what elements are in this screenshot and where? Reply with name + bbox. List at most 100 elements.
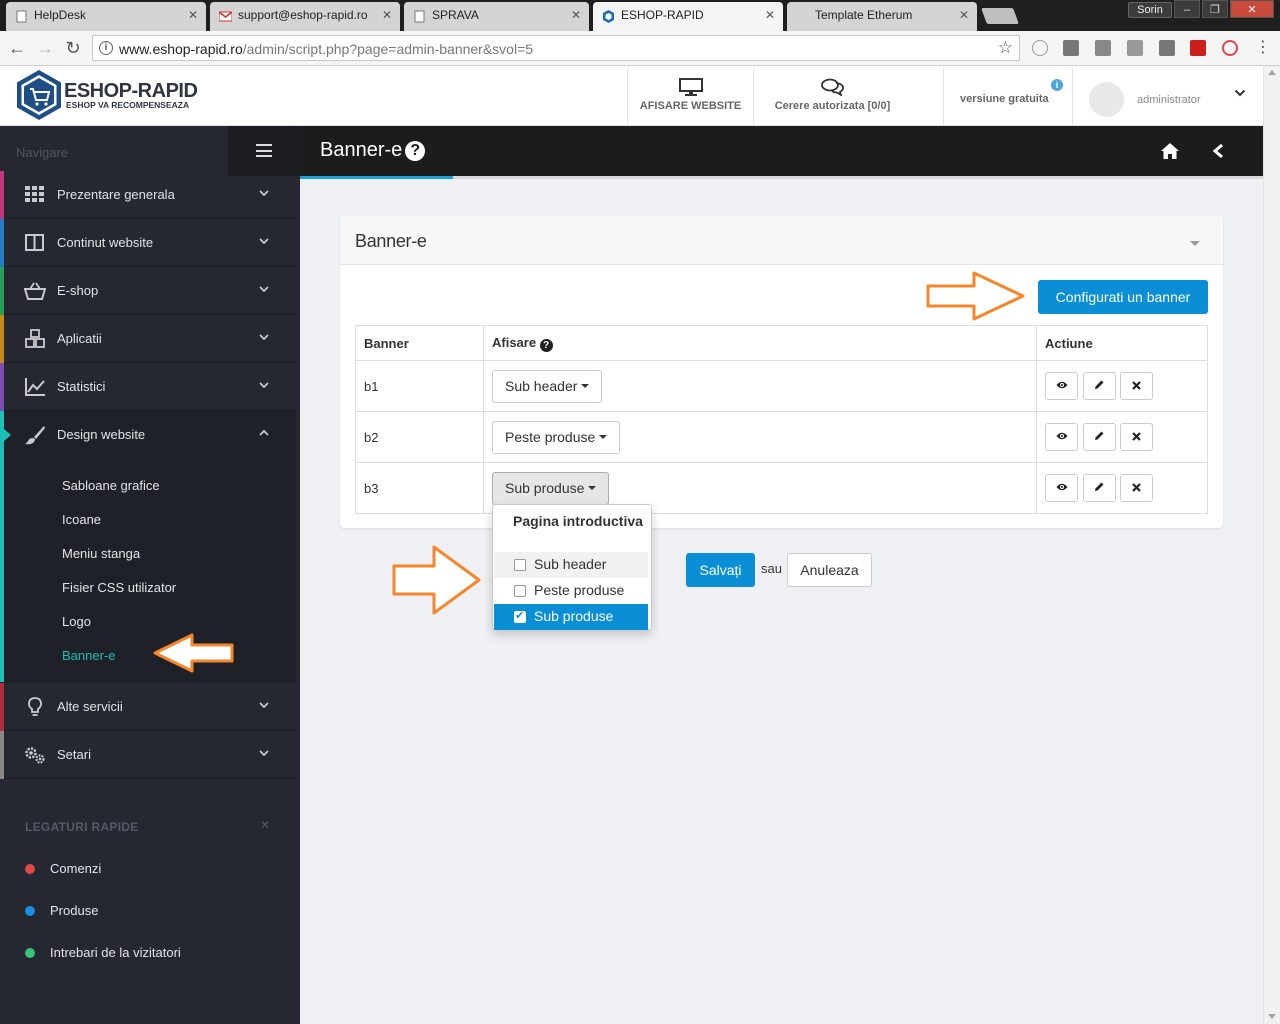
afisare-dropdown[interactable]: Sub produse: [492, 471, 610, 505]
eshop-logo-icon[interactable]: [16, 69, 62, 121]
afisare-dropdown[interactable]: Peste produse: [492, 420, 621, 454]
option-checkbox-checked[interactable]: [514, 609, 526, 623]
sidebar-item-label: Setari: [57, 747, 91, 762]
afisare-dropdown[interactable]: Sub header: [492, 369, 603, 403]
help-icon[interactable]: ?: [405, 141, 426, 161]
sidebar-toggle-button[interactable]: [228, 126, 300, 176]
quick-link-intrebari[interactable]: Intrebari de la vizitatori: [50, 945, 181, 960]
back-arrow-icon[interactable]: ←: [6, 38, 28, 58]
window-controls: – ❐ ✕: [1174, 0, 1274, 20]
collapse-caret-icon[interactable]: [1190, 241, 1200, 246]
sidebar-item-aplicatii[interactable]: Aplicatii: [0, 315, 296, 363]
user-name[interactable]: administrator: [1137, 94, 1201, 106]
bookmark-star-icon[interactable]: ☆: [998, 38, 1013, 58]
eye-icon: [1056, 381, 1067, 389]
tab-eshop-rapid[interactable]: ESHOP-RAPID ✕: [593, 2, 783, 31]
dropdown-option-sub-header[interactable]: Sub header: [494, 552, 648, 578]
extension-icon[interactable]: [1222, 40, 1238, 56]
scroll-up-icon[interactable]: [1268, 70, 1276, 75]
delete-button[interactable]: [1120, 474, 1154, 502]
extension-icon[interactable]: [1063, 40, 1079, 56]
edit-button[interactable]: [1082, 372, 1116, 400]
sidebar-item-continut-website[interactable]: Continut website: [0, 219, 296, 267]
sidebar-item-alte-servicii[interactable]: Alte servicii: [0, 683, 296, 731]
delete-button[interactable]: [1120, 423, 1154, 451]
edit-button[interactable]: [1082, 474, 1116, 502]
extension-icon[interactable]: [1159, 40, 1175, 56]
close-window-icon[interactable]: ✕: [1230, 0, 1274, 18]
view-button[interactable]: [1045, 372, 1078, 400]
minimize-icon[interactable]: –: [1174, 0, 1200, 18]
extension-icon[interactable]: [1190, 40, 1206, 56]
extension-icon[interactable]: [1095, 40, 1111, 56]
quick-link-comenzi[interactable]: Comenzi: [50, 861, 101, 876]
dropdown-option-peste-produse[interactable]: Peste produse: [494, 578, 648, 604]
save-button[interactable]: Salvați: [686, 553, 755, 587]
avatar[interactable]: [1089, 82, 1124, 117]
edit-button[interactable]: [1082, 423, 1116, 451]
close-icon[interactable]: ✕: [260, 818, 270, 832]
submenu-item-banner-e[interactable]: Banner-e: [62, 648, 115, 663]
scroll-down-icon[interactable]: [1268, 1014, 1276, 1019]
dropdown-group-header: Pagina introductiva: [513, 513, 643, 529]
sidebar-item-setari[interactable]: Setari: [0, 731, 296, 779]
browser-menu-icon[interactable]: ⋮: [1252, 38, 1274, 58]
sidebar-item-statistici[interactable]: Statistici: [0, 363, 296, 411]
status-dot-icon: [25, 948, 35, 958]
view-button[interactable]: [1045, 474, 1078, 502]
banner-name-cell: b3: [355, 462, 484, 514]
cerere-autorizata-button[interactable]: Cerere autorizata [0/0]: [754, 66, 911, 126]
help-icon[interactable]: ?: [539, 338, 553, 352]
submenu-item-meniu-stanga[interactable]: Meniu stanga: [62, 546, 140, 561]
item-accent: [0, 731, 4, 779]
afisare-website-button[interactable]: AFISARE WEBSITE: [628, 66, 753, 126]
option-label: Sub header: [534, 556, 607, 572]
new-tab-button[interactable]: [981, 8, 1019, 24]
tab-support-email[interactable]: support@eshop-rapid.ro ✕: [210, 2, 400, 31]
option-checkbox[interactable]: [514, 559, 526, 571]
close-icon[interactable]: ✕: [959, 8, 969, 22]
close-icon[interactable]: ✕: [571, 8, 581, 22]
home-icon[interactable]: [1160, 142, 1180, 160]
tab-template-etherum[interactable]: Template Etherum ✕: [787, 2, 977, 31]
reload-icon[interactable]: ↻: [62, 38, 84, 58]
document-icon: [414, 10, 425, 23]
tab-helpdesk[interactable]: HelpDesk ✕: [6, 2, 206, 31]
extension-icon[interactable]: [1032, 40, 1048, 56]
address-bar[interactable]: i www.eshop-rapid.ro/admin/script.php?pa…: [92, 35, 1020, 61]
panel-header[interactable]: Banner-e: [340, 216, 1223, 265]
dropdown-option-sub-produse[interactable]: Sub produse: [494, 604, 648, 630]
url-host: www.eshop-rapid.ro: [119, 41, 243, 57]
option-checkbox[interactable]: [514, 585, 526, 597]
delete-button[interactable]: [1120, 372, 1154, 400]
tab-sprava[interactable]: SPRAVA ✕: [404, 2, 589, 31]
profile-button[interactable]: Sorin: [1128, 2, 1172, 18]
close-icon[interactable]: ✕: [765, 8, 775, 22]
page-scrollbar[interactable]: [1263, 66, 1280, 1024]
configure-banner-button[interactable]: Configurati un banner: [1038, 280, 1208, 314]
submenu-item-icoane[interactable]: Icoane: [62, 512, 101, 527]
forward-arrow-icon[interactable]: →: [34, 38, 56, 58]
quick-link-produse[interactable]: Produse: [50, 903, 98, 918]
sidebar-item-e-shop[interactable]: E-shop: [0, 267, 296, 315]
view-button[interactable]: [1045, 423, 1078, 451]
chevron-down-icon[interactable]: [1234, 87, 1246, 99]
submenu-item-sabloane-grafice[interactable]: Sabloane grafice: [62, 478, 160, 493]
chevron-left-icon[interactable]: [1212, 143, 1224, 159]
submenu-item-logo[interactable]: Logo: [62, 614, 91, 629]
sidebar-item-prezentare-generala[interactable]: Prezentare generala: [0, 171, 296, 219]
line-chart-icon: [25, 378, 45, 396]
info-icon[interactable]: i: [1051, 79, 1063, 91]
close-icon[interactable]: ✕: [188, 8, 198, 22]
extension-icon[interactable]: [1127, 40, 1143, 56]
cancel-button[interactable]: Anuleaza: [787, 553, 872, 587]
restore-icon[interactable]: ❐: [1202, 0, 1228, 18]
sidebar-item-design-website[interactable]: Design website: [0, 411, 296, 459]
close-icon[interactable]: ✕: [382, 8, 392, 22]
submenu-item-fisier-css[interactable]: Fisier CSS utilizator: [62, 580, 176, 595]
gmail-icon: [219, 11, 232, 22]
header-divider: [943, 68, 944, 126]
grid-icon: [25, 186, 44, 202]
page-title-bar: Banner-e?: [300, 126, 1263, 176]
site-info-icon[interactable]: i: [99, 41, 113, 55]
